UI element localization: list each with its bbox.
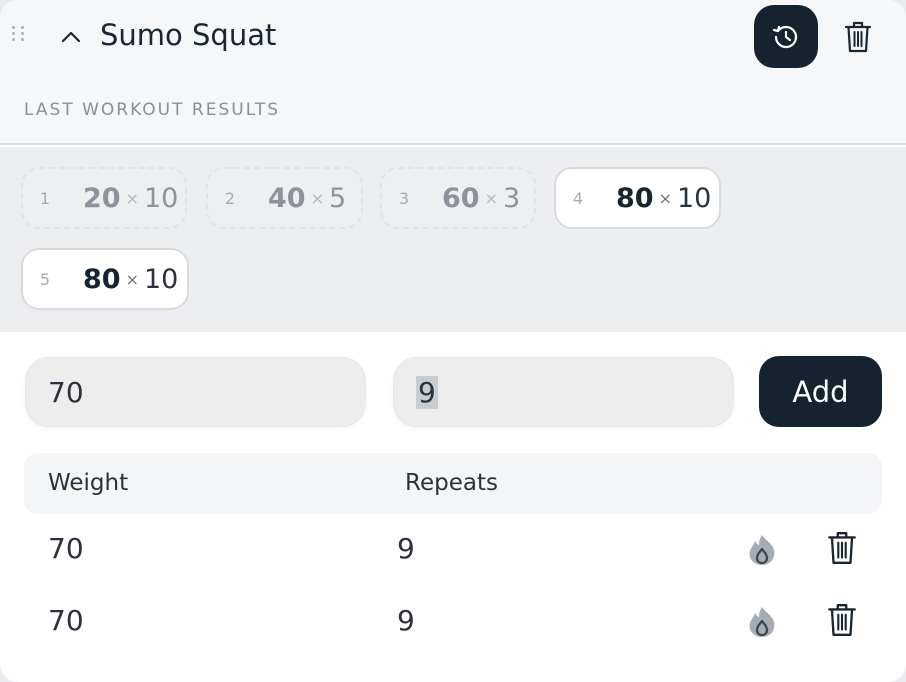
set-reps: 5 [328, 182, 347, 214]
set-separator: × [125, 188, 139, 208]
history-icon [772, 25, 798, 48]
set-index: 3 [398, 188, 410, 208]
weight-input[interactable]: 70 [25, 357, 366, 427]
exercise-header: Sumo Squat LAST WORKOUT RESULTS [0, 0, 906, 145]
sets-table-header: Weight Repeats [24, 453, 882, 514]
result-chip[interactable]: 5 80 × 10 [21, 248, 189, 310]
last-results-list: 1 20 × 10 2 40 × 5 3 60 × 3 4 80 × 10 5 … [0, 147, 906, 332]
set-weight: 80 [616, 182, 654, 214]
set-reps: 3 [502, 182, 521, 214]
set-separator: × [310, 188, 324, 208]
set-weight: 20 [83, 182, 121, 214]
set-separator: × [125, 269, 139, 289]
exercise-card: Sumo Squat LAST WORKOUT RESULTS 1 20 × 1… [0, 0, 906, 682]
reps-input[interactable]: 9 [393, 357, 734, 427]
row-weight: 70 [48, 604, 84, 637]
drag-handle-icon[interactable] [12, 26, 26, 46]
result-chip[interactable]: 3 60 × 3 [380, 167, 536, 229]
result-chip[interactable]: 1 20 × 10 [21, 167, 187, 229]
set-weight: 40 [268, 182, 306, 214]
reps-input-value: 9 [416, 375, 438, 409]
set-reps: 10 [143, 263, 179, 295]
trash-icon[interactable] [826, 530, 858, 566]
exercise-title: Sumo Squat [100, 18, 277, 52]
set-reps: 10 [676, 182, 712, 214]
set-separator: × [658, 188, 672, 208]
set-reps: 10 [143, 182, 179, 214]
column-header-reps: Repeats [405, 470, 498, 496]
last-results-label: LAST WORKOUT RESULTS [24, 100, 280, 120]
row-weight: 70 [48, 532, 84, 565]
set-index: 4 [572, 188, 584, 208]
set-index: 1 [39, 188, 51, 208]
set-index: 2 [224, 188, 236, 208]
chevron-up-icon [61, 31, 81, 43]
trash-icon [844, 21, 872, 53]
history-button[interactable] [754, 5, 818, 68]
flame-icon[interactable] [745, 605, 779, 639]
set-index: 5 [39, 269, 51, 289]
row-reps: 9 [397, 532, 415, 565]
trash-icon[interactable] [826, 602, 858, 638]
set-weight: 60 [442, 182, 480, 214]
table-row: 70 9 [0, 586, 906, 658]
set-weight: 80 [83, 263, 121, 295]
set-separator: × [484, 188, 498, 208]
result-chip[interactable]: 2 40 × 5 [206, 167, 363, 229]
column-header-weight: Weight [48, 470, 129, 496]
result-chip[interactable]: 4 80 × 10 [554, 167, 721, 229]
table-row: 70 9 [0, 514, 906, 586]
flame-icon[interactable] [745, 533, 779, 567]
delete-exercise-button[interactable] [840, 18, 876, 56]
weight-input-value: 70 [48, 375, 84, 409]
collapse-button[interactable] [56, 22, 86, 52]
add-set-button[interactable]: Add [759, 356, 882, 427]
row-reps: 9 [397, 604, 415, 637]
